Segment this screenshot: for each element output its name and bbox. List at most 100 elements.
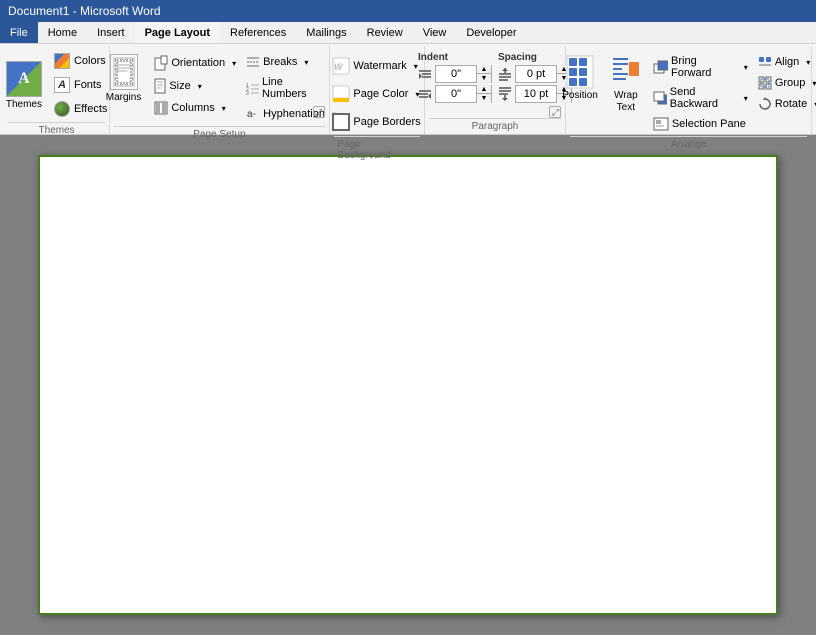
align-icon: [758, 55, 772, 69]
watermark-main-btn[interactable]: W Watermark: [327, 54, 411, 78]
menu-page-layout[interactable]: Page Layout: [135, 22, 220, 43]
indent-right-field[interactable]: [436, 88, 476, 100]
selection-pane-button[interactable]: Selection Pane: [648, 114, 751, 134]
themes-group-label: Themes: [39, 125, 75, 136]
align-dropdown-arrow[interactable]: ▾: [804, 55, 813, 70]
indent-left-icon: [418, 67, 432, 81]
page-bg-group-label: Page Background: [338, 139, 416, 161]
page-background-group: W Watermark ▾ Page Color ▾: [330, 46, 425, 134]
arrange-group: Position WrapText: [566, 46, 812, 134]
rotate-dropdown-arrow[interactable]: ▾: [812, 97, 816, 112]
themes-button[interactable]: A Themes: [1, 57, 47, 114]
bring-forward-main-btn[interactable]: Bring Forward: [648, 52, 742, 82]
orientation-main-btn[interactable]: Orientation: [149, 52, 230, 74]
bring-forward-icon: [653, 60, 668, 74]
indent-right-down[interactable]: ▼: [477, 94, 491, 103]
indent-left-input[interactable]: ▲ ▼: [435, 65, 492, 83]
size-dropdown-arrow[interactable]: ▾: [196, 79, 205, 94]
align-main-btn[interactable]: Align: [753, 52, 804, 72]
menu-view[interactable]: View: [413, 22, 457, 43]
send-backward-dropdown-arrow[interactable]: ▾: [742, 91, 751, 106]
document-page[interactable]: [38, 155, 778, 615]
themes-group: A Themes Colors A Fonts Effects: [4, 46, 110, 134]
columns-main-btn[interactable]: Columns: [149, 98, 219, 118]
menu-bar: File Home Insert Page Layout References …: [0, 22, 816, 44]
position-icon: [565, 54, 595, 90]
menu-review[interactable]: Review: [357, 22, 413, 43]
page-setup-expand[interactable]: ⤢: [313, 106, 325, 118]
wrap-text-label: WrapText: [614, 90, 638, 114]
page-borders-button[interactable]: Page Borders: [327, 110, 425, 134]
position-button[interactable]: Position: [556, 50, 604, 105]
title-text: Document1 - Microsoft Word: [8, 4, 161, 18]
effects-icon: [54, 101, 70, 117]
send-backward-split-btn: Send Backward ▾: [648, 83, 751, 113]
spacing-after-field[interactable]: [516, 88, 556, 100]
svg-text:a-: a-: [247, 109, 256, 120]
wrap-text-icon: [612, 54, 640, 90]
document-area: [0, 135, 816, 635]
indent-left-up[interactable]: ▲: [477, 65, 491, 74]
margins-svg: [113, 57, 135, 87]
page-setup-group-label: Page Setup: [193, 129, 245, 140]
breaks-dropdown-arrow[interactable]: ▾: [302, 55, 311, 70]
send-backward-main-btn[interactable]: Send Backward: [648, 83, 742, 113]
menu-developer[interactable]: Developer: [456, 22, 526, 43]
orientation-dropdown-arrow[interactable]: ▾: [230, 56, 239, 71]
page-color-main-btn[interactable]: Page Color: [327, 82, 413, 106]
page-color-split-btn: Page Color ▾: [327, 82, 422, 106]
menu-references[interactable]: References: [220, 22, 296, 43]
menu-mailings[interactable]: Mailings: [296, 22, 356, 43]
watermark-icon: W: [332, 57, 350, 75]
group-dropdown-arrow[interactable]: ▾: [810, 76, 816, 91]
breaks-main-btn[interactable]: Breaks: [241, 52, 302, 72]
orientation-split-btn: Orientation ▾: [149, 52, 239, 74]
spacing-before-icon: [498, 67, 512, 81]
themes-label: Themes: [6, 99, 42, 110]
ribbon-content: A Themes Colors A Fonts Effects: [0, 46, 816, 134]
columns-icon: [154, 101, 168, 115]
margins-button[interactable]: Margins: [100, 50, 148, 107]
send-backward-icon: [653, 91, 667, 105]
fonts-icon: A: [54, 77, 70, 93]
columns-split-btn: Columns ▾: [149, 98, 239, 118]
bring-forward-dropdown-arrow[interactable]: ▾: [742, 60, 751, 75]
indent-left-arrows: ▲ ▼: [476, 65, 491, 83]
breaks-split-btn: Breaks ▾: [241, 52, 339, 72]
arrange-label-row: Arrange: [570, 136, 807, 152]
spacing-after-icon: [498, 87, 512, 101]
page-bg-label-row: Page Background: [334, 136, 420, 163]
title-bar: Document1 - Microsoft Word: [0, 0, 816, 22]
paragraph-label-row: Paragraph ⤢: [429, 118, 562, 134]
margins-label: Margins: [106, 92, 142, 103]
menu-home[interactable]: Home: [38, 22, 87, 43]
menu-insert[interactable]: Insert: [87, 22, 135, 43]
group-main-btn[interactable]: Group: [753, 73, 811, 93]
line-numbers-main-btn[interactable]: 1 2 3 Line Numbers: [241, 73, 330, 103]
align-split-btn: Align ▾: [753, 52, 816, 72]
indent-right-input[interactable]: ▲ ▼: [435, 85, 492, 103]
paragraph-group-label: Paragraph: [472, 121, 519, 132]
arrange-content: Position WrapText: [554, 48, 816, 136]
page-setup-label-row: Page Setup ⤢: [114, 126, 324, 142]
size-main-btn[interactable]: Size: [149, 75, 195, 97]
indent-right-up[interactable]: ▲: [477, 85, 491, 94]
spacing-before-field[interactable]: [516, 68, 556, 80]
menu-file[interactable]: File: [0, 22, 38, 43]
rotate-main-btn[interactable]: Rotate: [753, 94, 812, 114]
ribbon: A Themes Colors A Fonts Effects: [0, 44, 816, 135]
bring-forward-split-btn: Bring Forward ▾: [648, 52, 751, 82]
indent-left-field[interactable]: [436, 68, 476, 80]
indent-section: Indent ▲ ▼: [418, 52, 492, 103]
rotate-icon: [758, 97, 772, 111]
columns-dropdown-arrow[interactable]: ▾: [220, 101, 229, 116]
indent-right-icon: [418, 87, 432, 101]
page-setup-content: Margins Orientation ▾: [98, 48, 341, 126]
wrap-text-button[interactable]: WrapText: [606, 50, 646, 118]
page-borders-icon: [332, 113, 350, 131]
group-split-btn: Group ▾: [753, 73, 816, 93]
page-bg-content: W Watermark ▾ Page Color ▾: [325, 48, 427, 136]
indent-left-down[interactable]: ▼: [477, 74, 491, 83]
indent-label: Indent: [418, 52, 492, 63]
watermark-split-btn: W Watermark ▾: [327, 54, 420, 78]
